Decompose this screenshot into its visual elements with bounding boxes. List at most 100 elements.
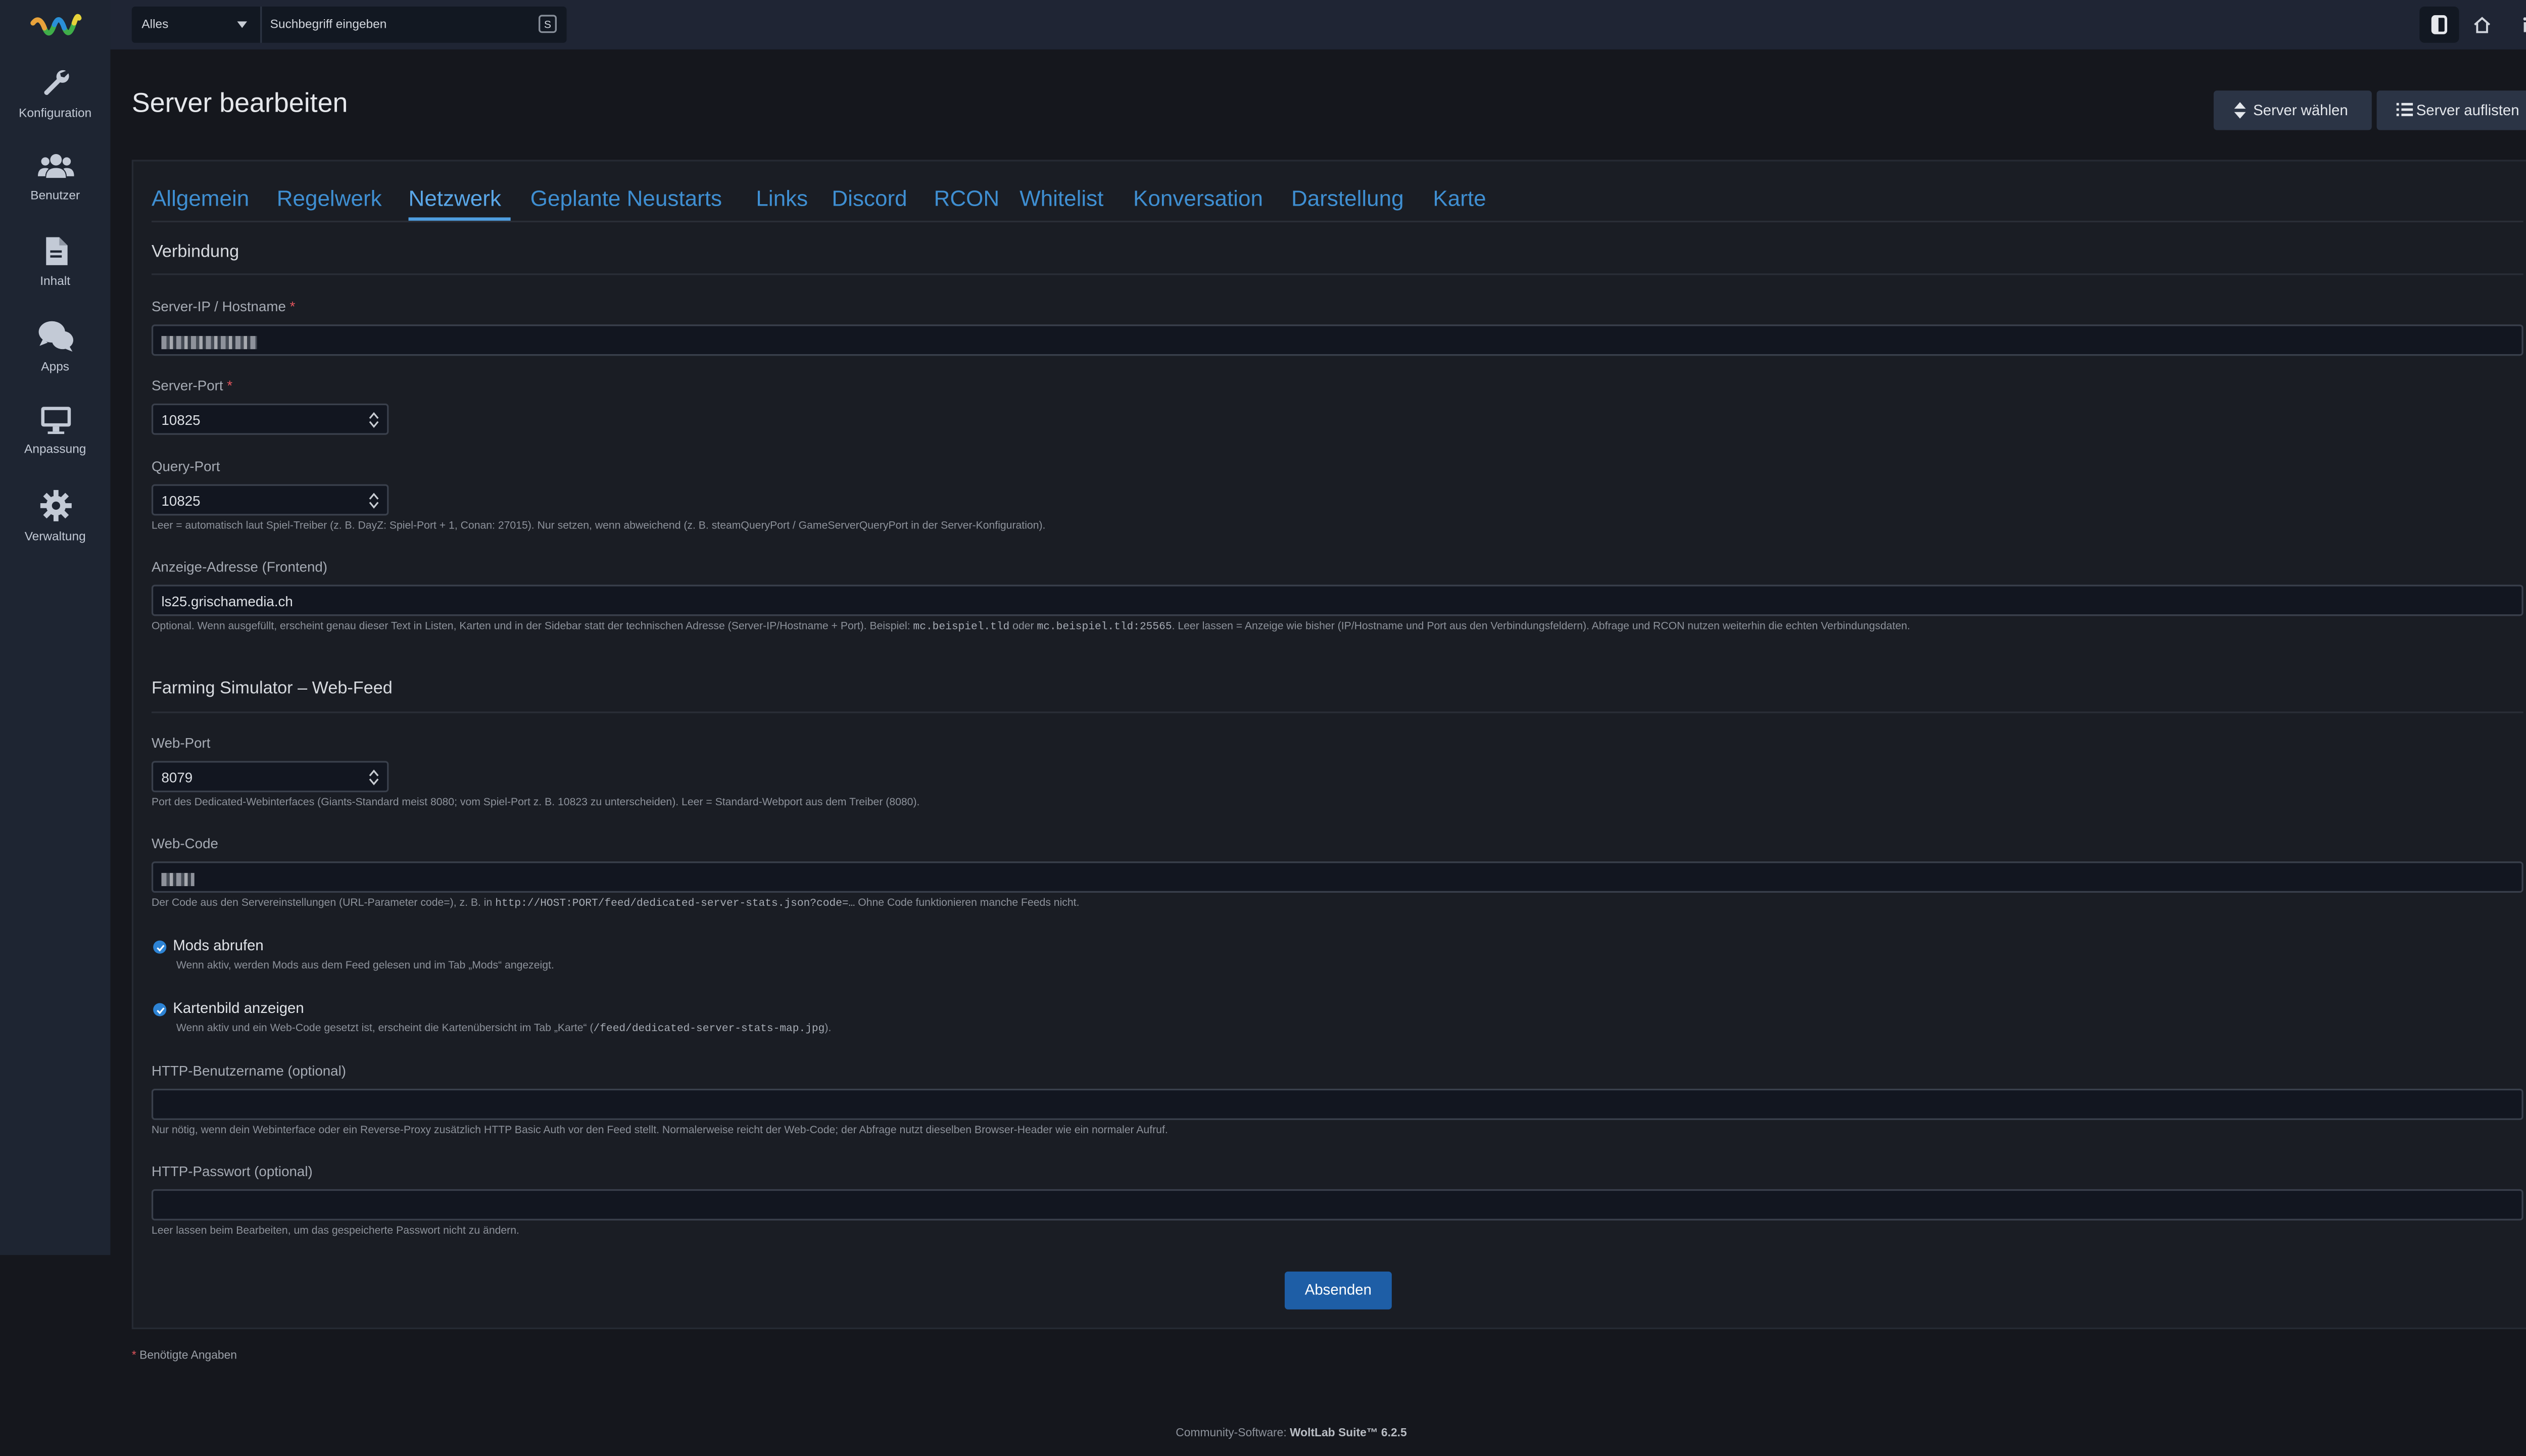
server-ip-label: Server-IP / Hostname * xyxy=(152,298,296,315)
check-icon xyxy=(156,944,164,951)
stepper-icon[interactable] xyxy=(369,412,379,428)
stepper-icon[interactable] xyxy=(369,493,379,509)
search-scope-select[interactable]: Alles xyxy=(132,7,262,43)
web-port-help: Port des Dedicated-Webinterfaces (Giants… xyxy=(151,797,920,809)
sidebar-bottom-space xyxy=(0,1255,111,1456)
sort-icon xyxy=(2234,102,2246,119)
tab-netzwerk[interactable]: Netzwerk xyxy=(409,186,501,211)
info-icon xyxy=(2523,17,2526,32)
section-title-web-feed: Farming Simulator – Web-Feed xyxy=(151,678,393,699)
select-server-button[interactable]: Server wählen xyxy=(2213,90,2372,130)
tab-rcon[interactable]: RCON xyxy=(934,186,1000,211)
server-port-input[interactable]: 10825 xyxy=(151,403,389,435)
search-scope-label: Alles xyxy=(141,16,169,31)
help-text: . Leer lassen = Anzeige wie bisher (IP/H… xyxy=(1172,621,1910,633)
tab-karte[interactable]: Karte xyxy=(1433,186,1486,211)
home-button[interactable] xyxy=(2462,7,2502,43)
required-note: * Benötigte Angaben xyxy=(132,1350,237,1362)
sidebar-item-label: Verwaltung xyxy=(24,528,86,544)
sidebar-item-label: Apps xyxy=(41,359,70,374)
search-shortcut-key: S xyxy=(539,15,557,33)
server-port-value: 10825 xyxy=(161,412,201,428)
map-checkbox-label[interactable]: Kartenbild anzeigen xyxy=(173,1000,304,1016)
sidebar-item-label: Inhalt xyxy=(40,273,71,288)
monitor-icon xyxy=(40,407,70,434)
display-address-input[interactable]: ls25.grischamedia.ch xyxy=(151,585,2523,616)
query-port-help: Leer = automatisch laut Spiel-Treiber (z… xyxy=(151,520,1046,532)
sidebar-item-inhalt[interactable]: Inhalt xyxy=(0,235,110,288)
map-help: Wenn aktiv und ein Web-Code gesetzt ist,… xyxy=(176,1023,832,1035)
sidebar-item-label: Anpassung xyxy=(24,441,86,457)
help-code: mc.beispiel.tld:25565 xyxy=(1037,621,1172,633)
footer: Community-Software: WoltLab Suite™ 6.2.5 xyxy=(0,1428,2526,1440)
tab-geplante-neustarts[interactable]: Geplante Neustarts xyxy=(530,186,722,211)
help-text: oder xyxy=(1009,621,1037,633)
search-input[interactable]: Suchbegriff eingeben xyxy=(270,17,387,31)
sidebar-item-label: Benutzer xyxy=(30,187,80,203)
server-ip-input[interactable] xyxy=(151,324,2523,356)
tab-whitelist[interactable]: Whitelist xyxy=(1019,186,1103,211)
help-text: ). xyxy=(824,1023,832,1035)
sidebar-item-label: Konfiguration xyxy=(19,105,92,120)
query-port-value: 10825 xyxy=(161,492,201,509)
tab-konversation[interactable]: Konversation xyxy=(1133,186,1263,211)
mods-checkbox-label[interactable]: Mods abrufen xyxy=(173,937,263,954)
map-checkbox[interactable] xyxy=(153,1003,167,1016)
stepper-icon[interactable] xyxy=(369,769,379,786)
tabs-divider xyxy=(151,220,2523,223)
mods-help: Wenn aktiv, werden Mods aus dem Feed gel… xyxy=(176,960,554,972)
section-divider xyxy=(151,711,2523,713)
info-button[interactable] xyxy=(2505,7,2526,43)
select-server-label: Server wählen xyxy=(2253,102,2348,119)
mods-checkbox[interactable] xyxy=(153,940,167,954)
http-pass-help: Leer lassen beim Bearbeiten, um das gesp… xyxy=(151,1225,519,1237)
sidebar-item-benutzer[interactable]: Benutzer xyxy=(0,152,110,203)
http-user-input[interactable] xyxy=(151,1088,2523,1120)
web-port-input[interactable]: 8079 xyxy=(151,761,389,793)
footer-brand-link[interactable]: WoltLab Suite™ 6.2.5 xyxy=(1290,1428,1407,1440)
section-title-verbindung: Verbindung xyxy=(151,242,239,262)
tab-discord[interactable]: Discord xyxy=(832,186,907,211)
http-pass-input[interactable] xyxy=(151,1189,2523,1221)
list-servers-button[interactable]: Server auflisten xyxy=(2376,90,2526,130)
server-ip-label-text: Server-IP / Hostname xyxy=(151,298,286,315)
required-marker: * xyxy=(131,1350,136,1363)
web-code-label: Web-Code xyxy=(151,835,218,852)
active-tab-indicator xyxy=(408,217,511,221)
redacted-value xyxy=(161,335,257,349)
sidebar-item-apps[interactable]: Apps xyxy=(0,319,110,374)
tab-darstellung[interactable]: Darstellung xyxy=(1291,186,1404,211)
help-text: Ohne Code funktionieren manche Feeds nic… xyxy=(855,897,1080,909)
http-user-label: HTTP-Benutzername (optional) xyxy=(151,1062,346,1079)
list-icon xyxy=(2396,103,2413,116)
top-bar: Alles Suchbegriff eingeben S xyxy=(110,0,2526,50)
tab-allgemein[interactable]: Allgemein xyxy=(152,186,249,211)
http-pass-label: HTTP-Passwort (optional) xyxy=(151,1162,313,1180)
required-note-text: Benötigte Angaben xyxy=(139,1350,237,1363)
wrench-icon xyxy=(43,70,68,95)
web-code-input[interactable] xyxy=(151,861,2523,893)
gear-icon xyxy=(39,490,71,521)
server-port-label-text: Server-Port xyxy=(151,377,223,394)
http-user-help: Nur nötig, wenn dein Webinterface oder e… xyxy=(151,1125,1168,1137)
woltlab-logo[interactable] xyxy=(30,8,82,44)
check-icon xyxy=(156,1006,164,1013)
redacted-value xyxy=(161,872,195,886)
sidebar-item-konfiguration[interactable]: Konfiguration xyxy=(0,66,110,120)
toggle-sidebar-button[interactable] xyxy=(2419,7,2459,43)
chevron-down-icon xyxy=(237,21,248,28)
tab-regelwerk[interactable]: Regelwerk xyxy=(277,186,382,211)
sidebar-item-verwaltung[interactable]: Verwaltung xyxy=(0,489,110,544)
comments-icon xyxy=(37,321,73,352)
tab-links[interactable]: Links xyxy=(756,186,808,211)
help-code: /feed/dedicated-server-stats-map.jpg xyxy=(593,1023,825,1035)
help-code: mc.beispiel.tld xyxy=(913,621,1010,633)
home-icon xyxy=(2474,17,2491,33)
sidebar-item-anpassung[interactable]: Anpassung xyxy=(0,405,110,456)
display-address-value: ls25.grischamedia.ch xyxy=(161,593,293,610)
sidebar: Konfiguration Benutzer Inhalt Apps Anpas… xyxy=(0,0,111,1255)
query-port-input[interactable]: 10825 xyxy=(151,484,389,516)
server-port-label: Server-Port * xyxy=(152,377,232,394)
submit-button[interactable]: Absenden xyxy=(1284,1271,1392,1309)
display-address-label: Anzeige-Adresse (Frontend) xyxy=(151,558,328,575)
